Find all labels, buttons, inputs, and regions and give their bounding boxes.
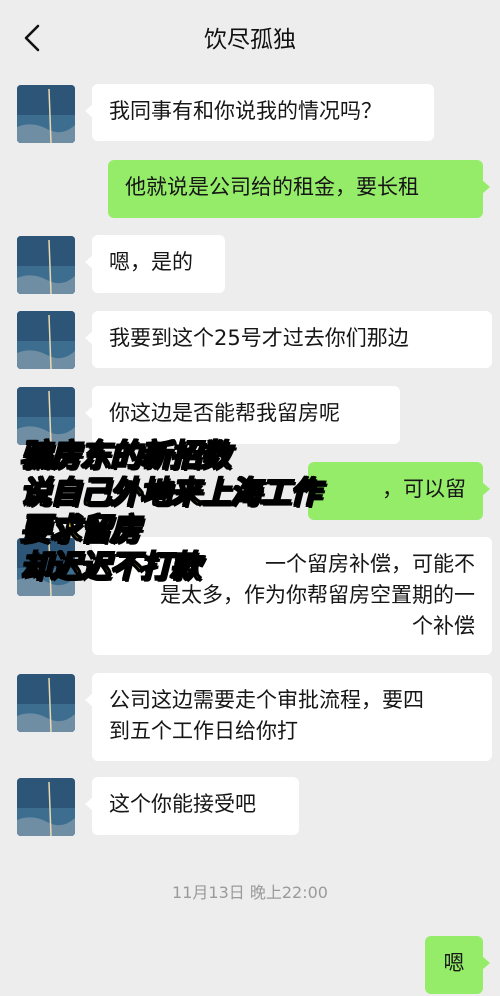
contact-avatar[interactable] <box>17 236 75 294</box>
overlay-caption-line: 却迟迟不打款 <box>19 548 202 586</box>
overlay-caption-line: 说自己外地来上海工作 <box>19 474 322 512</box>
message-bubble-incoming[interactable]: 公司这边需要走个审批流程，要四 到五个工作日给你打 <box>85 673 492 761</box>
message-bubble-incoming[interactable]: 我同事有和你说我的情况吗？ <box>85 84 434 141</box>
contact-avatar[interactable] <box>17 674 75 732</box>
message-bubble-incoming[interactable]: 这个你能接受吧 <box>85 777 299 835</box>
message-bubble-incoming[interactable]: 我要到这个25号才过去你们那边 <box>85 311 492 368</box>
chat-title: 饮尽孤独 <box>204 27 296 53</box>
contact-avatar[interactable] <box>17 778 75 836</box>
message-timestamp: 11月13日 晚上22:00 <box>172 883 328 902</box>
message-bubble-incoming[interactable]: 嗯，是的 <box>85 235 225 293</box>
overlay-caption-line: 骗房东的新招数 <box>19 437 232 475</box>
message-bubble-incoming[interactable]: 你这边是否能帮我留房呢 <box>85 386 400 444</box>
message-bubble-outgoing[interactable]: ，可以留 <box>308 462 490 520</box>
contact-avatar[interactable] <box>17 85 75 143</box>
contact-avatar[interactable] <box>17 387 75 445</box>
contact-avatar[interactable] <box>17 311 75 369</box>
message-bubble-outgoing[interactable]: 他就说是公司给的租金，要长租 <box>108 160 490 218</box>
chat-header: 饮尽孤独 <box>0 0 500 76</box>
message-bubble-outgoing[interactable]: 嗯 <box>425 936 490 994</box>
overlay-caption-line: 要求留房 <box>19 511 142 549</box>
overlay-caption: 骗房东的新招数 说自己外地来上海工作 要求留房 却迟迟不打款 <box>19 437 322 586</box>
